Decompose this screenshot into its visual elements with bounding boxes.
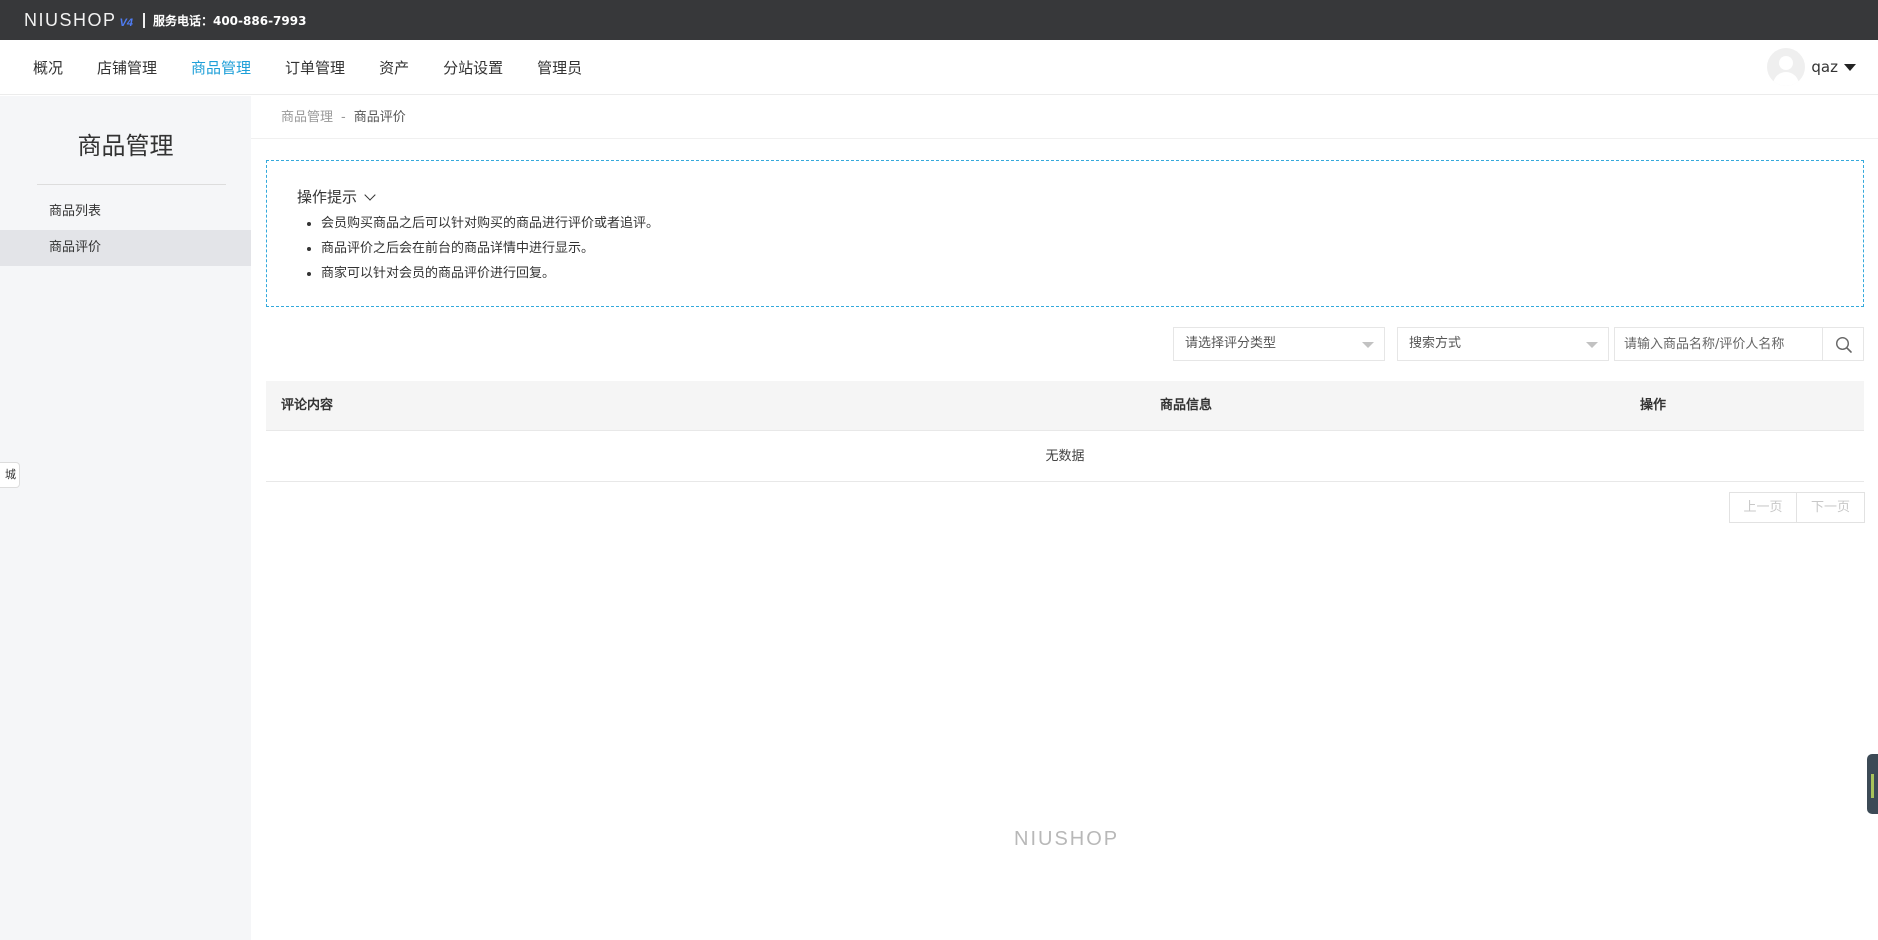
tip-item: 商家可以针对会员的商品评价进行回复。 [321, 264, 659, 289]
nav-item-store[interactable]: 店铺管理 [80, 57, 174, 78]
column-header-goods-info: 商品信息 [1160, 398, 1213, 413]
logo-text: NIUSHOP [24, 9, 117, 30]
nav-item-overview[interactable]: 概况 [16, 57, 80, 78]
dropdown-arrow-icon [1586, 342, 1598, 348]
user-avatar-icon[interactable] [1767, 48, 1806, 86]
search-input[interactable] [1614, 327, 1822, 361]
tips-list: 会员购买商品之后可以针对购买的商品进行评价或者追评。 商品评价之后会在前台的商品… [321, 214, 659, 289]
nav-item-admin[interactable]: 管理员 [520, 57, 599, 78]
pagination: 上一页 下一页 [1729, 492, 1865, 523]
column-header-action: 操作 [1640, 398, 1667, 413]
logo-version: V4 [119, 16, 133, 29]
user-menu[interactable]: qaz [1767, 48, 1856, 86]
tip-item: 商品评价之后会在前台的商品详情中进行显示。 [321, 239, 659, 264]
search-button[interactable] [1822, 327, 1864, 361]
tip-item: 会员购买商品之后可以针对购买的商品进行评价或者追评。 [321, 214, 659, 239]
dropdown-arrow-icon [1362, 342, 1374, 348]
divider [142, 12, 145, 28]
breadcrumb: 商品管理 - 商品评价 [281, 106, 406, 125]
breadcrumb-separator: - [341, 110, 346, 125]
sidebar-divider [37, 184, 226, 185]
operation-tips: 操作提示 会员购买商品之后可以针对购买的商品进行评价或者追评。 商品评价之后会在… [266, 160, 1864, 307]
table-header: 评论内容 商品信息 操作 [266, 381, 1864, 431]
search-mode-placeholder: 搜索方式 [1409, 336, 1462, 351]
table-empty-row: 无数据 [266, 431, 1864, 482]
sidebar-title: 商品管理 [77, 132, 174, 160]
nav-item-assets[interactable]: 资产 [362, 57, 426, 78]
main-nav: 概况 店铺管理 商品管理 订单管理 资产 分站设置 管理员 qaz [0, 40, 1878, 95]
breadcrumb-current: 商品评价 [353, 110, 406, 125]
chevron-down-icon[interactable] [364, 188, 376, 201]
search-icon [1835, 336, 1852, 353]
next-page-button[interactable]: 下一页 [1797, 492, 1865, 523]
caret-down-icon[interactable] [1844, 63, 1856, 71]
service-phone: 服务电话：400-886-7993 [152, 13, 307, 28]
tips-toggle[interactable]: 操作提示 [297, 186, 376, 207]
niushop-logo[interactable]: NIUSHOP V4 [24, 10, 133, 31]
footer-logo: NIUSHOP [1014, 828, 1120, 850]
top-bar: NIUSHOP V4 服务电话：400-886-7993 [0, 0, 1878, 40]
breadcrumb-divider [251, 138, 1878, 139]
tips-title: 操作提示 [297, 188, 358, 206]
breadcrumb-parent[interactable]: 商品管理 [281, 110, 333, 125]
column-header-comment: 评论内容 [281, 398, 334, 413]
rating-type-select[interactable]: 请选择评分类型 [1173, 327, 1385, 361]
prev-page-button[interactable]: 上一页 [1729, 492, 1797, 523]
sidebar-item-goods-review[interactable]: 商品评价 [0, 230, 251, 266]
sidebar: 商品管理 商品列表 商品评价 城 [0, 96, 251, 940]
float-shop-tab[interactable]: 城 [0, 462, 20, 488]
search-mode-select[interactable]: 搜索方式 [1397, 327, 1609, 361]
nav-item-orders[interactable]: 订单管理 [268, 57, 362, 78]
rating-type-placeholder: 请选择评分类型 [1185, 336, 1277, 351]
nav-item-substation[interactable]: 分站设置 [426, 57, 520, 78]
sidebar-item-goods-list[interactable]: 商品列表 [0, 194, 251, 230]
username[interactable]: qaz [1811, 58, 1838, 76]
side-tool-widget[interactable] [1867, 754, 1878, 814]
nav-item-goods[interactable]: 商品管理 [174, 57, 268, 78]
